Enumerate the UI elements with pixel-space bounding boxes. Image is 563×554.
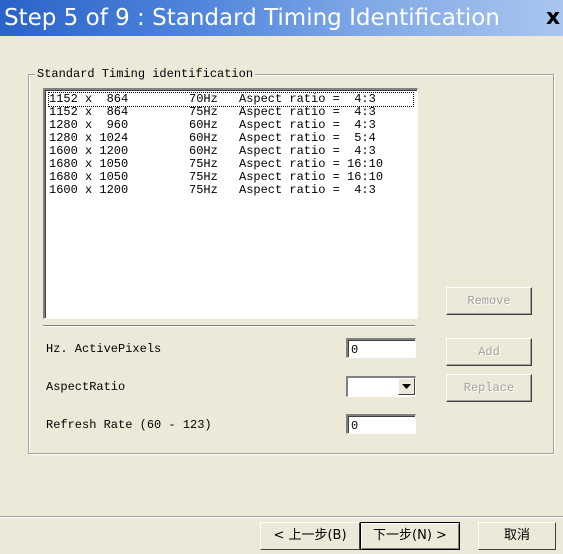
back-button[interactable]: < 上一步(B) [260,522,360,550]
chevron-down-icon [402,384,411,389]
aspect-ratio-select[interactable] [346,376,416,397]
dropdown-button[interactable] [398,378,415,395]
hz-active-pixels-input[interactable]: 0 [346,338,416,358]
window-title: Step 5 of 9 : Standard Timing Identifica… [4,5,500,31]
next-button[interactable]: 下一步(N) > [360,522,460,550]
close-icon[interactable]: x [546,3,560,33]
aspect-ratio-label: AspectRatio [46,380,126,394]
group-legend: Standard Timing identification [35,66,256,82]
refresh-rate-label: Refresh Rate (60 - 123) [46,418,212,432]
remove-button[interactable]: Remove [446,287,532,315]
add-button[interactable]: Add [446,338,532,366]
replace-button[interactable]: Replace [446,374,532,402]
timing-aspect: Aspect ratio = 4:3 [239,183,376,197]
timing-hz: 75Hz [189,183,218,197]
timing-listbox[interactable]: 1152 x 864 70Hz Aspect ratio = 4:3 1152 x 8… [43,88,418,319]
wizard-window: Step 5 of 9 : Standard Timing Identifica… [0,0,563,554]
footer-divider [0,516,563,518]
refresh-rate-input[interactable]: 0 [346,414,416,434]
timing-res: 1600 x 1200 [49,183,129,197]
title-bar: Step 5 of 9 : Standard Timing Identifica… [0,0,563,36]
hz-active-pixels-label: Hz. ActivePixels [46,342,162,356]
cancel-button[interactable]: 取消 [478,522,556,550]
separator [43,325,415,327]
